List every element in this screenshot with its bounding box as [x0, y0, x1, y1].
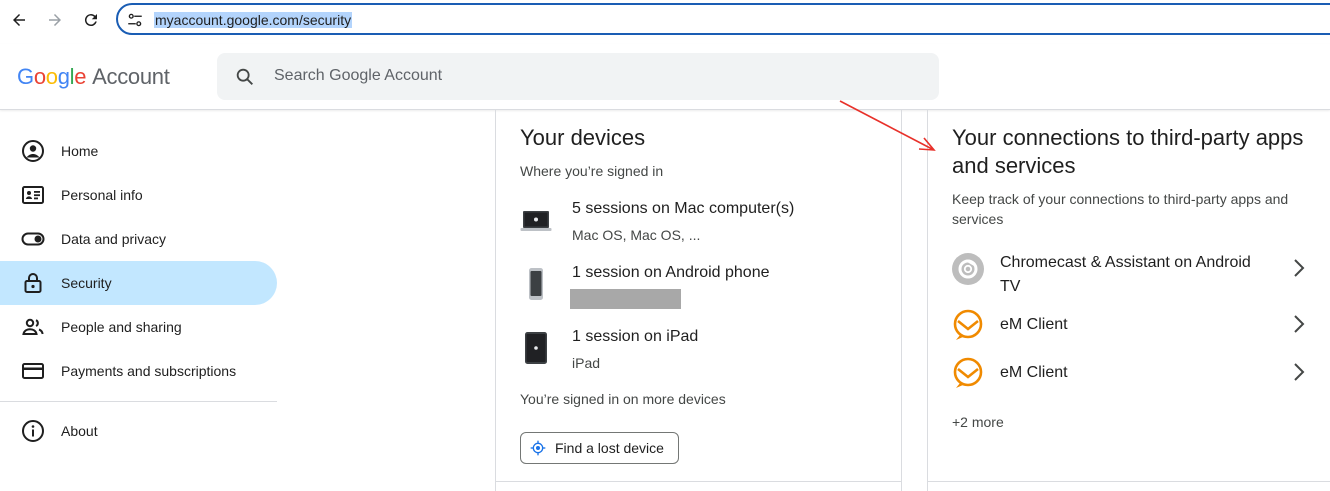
back-button[interactable] [7, 8, 31, 32]
forward-button[interactable] [43, 8, 67, 32]
search-icon[interactable] [234, 66, 256, 88]
sidebar-item-label: Payments and subscriptions [61, 363, 237, 379]
device-detail: iPad [572, 355, 601, 371]
connection-row-em-client[interactable]: eM Client [952, 309, 1308, 341]
logo-letter: e [74, 64, 87, 89]
logo-letter: o [33, 64, 46, 89]
devices-card: Your devices Where you’re signed in 5 se… [495, 110, 902, 491]
connections-card: Your connections to third-party apps and… [927, 110, 1330, 491]
find-lost-device-label: Find a lost device [555, 440, 664, 456]
device-detail: Mac OS, Mac OS, ... [572, 227, 701, 243]
more-devices-text: You’re signed in on more devices [520, 391, 726, 407]
laptop-icon [520, 211, 552, 231]
search-input[interactable]: Search Google Account [274, 67, 442, 85]
lock-icon [24, 273, 42, 293]
chevron-right-icon [1294, 363, 1305, 381]
logo-letter: o [45, 64, 58, 89]
locate-icon [530, 440, 546, 456]
chevron-right-icon [1294, 259, 1305, 277]
devices-title: Your devices [520, 125, 646, 150]
account-header: Google Account Search Google Account [0, 44, 1330, 110]
arrow-right-icon [49, 14, 61, 26]
toggle-icon [21, 232, 45, 246]
connection-label: eM Client [1000, 316, 1068, 333]
redacted-detail [570, 289, 681, 309]
google-account-logo[interactable]: Google Account [17, 64, 170, 90]
address-bar[interactable]: myaccount.google.com/security [116, 3, 1330, 35]
arrow-left-icon [13, 14, 25, 26]
people-icon [22, 318, 44, 335]
em-client-icon [953, 357, 983, 388]
sidebar-item-home[interactable]: Home [0, 129, 277, 173]
android-phone-icon [529, 268, 543, 300]
device-title: 5 sessions on Mac computer(s) [572, 200, 795, 217]
em-client-icon [953, 309, 983, 340]
device-title: 1 session on iPad [572, 328, 699, 345]
sidebar-item-label: Personal info [61, 187, 143, 203]
card-divider [928, 481, 1330, 482]
connection-label: eM Client [1000, 364, 1068, 381]
find-lost-device-button[interactable]: Find a lost device [520, 432, 679, 464]
device-row-mac[interactable]: 5 sessions on Mac computer(s) Mac OS, Ma… [520, 199, 880, 249]
sidebar-divider [0, 401, 277, 402]
connection-label: Chromecast & Assistant on Android TV [1000, 254, 1251, 295]
chromecast-icon [952, 253, 984, 285]
reload-button[interactable] [79, 8, 103, 32]
sidebar-item-label: Home [61, 143, 99, 159]
device-row-android-phone[interactable]: 1 session on Android phone [520, 263, 880, 313]
site-settings-icon[interactable] [126, 11, 144, 29]
ipad-icon [525, 332, 547, 364]
sidebar-nav: Home Personal info Data and privacy Secu… [0, 110, 277, 491]
id-card-icon [22, 186, 44, 204]
connection-row-chromecast[interactable]: Chromecast & Assistant on Android TV [952, 253, 1308, 301]
sidebar-item-label: About [61, 423, 98, 439]
sidebar-item-label: Data and privacy [61, 231, 167, 247]
sidebar-item-about[interactable]: About [0, 409, 277, 453]
device-title: 1 session on Android phone [572, 264, 770, 281]
more-connections-link[interactable]: +2 more [952, 414, 1004, 430]
sidebar-item-personal-info[interactable]: Personal info [0, 173, 277, 217]
sidebar-item-payments-and-subscriptions[interactable]: Payments and subscriptions [0, 349, 277, 393]
connection-row-em-client[interactable]: eM Client [952, 357, 1308, 389]
info-icon [22, 420, 44, 442]
devices-subtitle: Where you’re signed in [520, 163, 664, 179]
card-divider [496, 481, 901, 482]
sidebar-item-people-and-sharing[interactable]: People and sharing [0, 305, 277, 349]
sidebar-item-security[interactable]: Security [0, 261, 277, 305]
connections-title: Your connections to third-party apps and… [952, 125, 1304, 178]
logo-product-name: Account [92, 64, 170, 89]
sidebar-item-data-and-privacy[interactable]: Data and privacy [0, 217, 277, 261]
logo-letter: g [57, 64, 70, 89]
logo-letter: G [17, 64, 34, 89]
sidebar-item-label: People and sharing [61, 319, 182, 335]
browser-toolbar: myaccount.google.com/security [0, 0, 1330, 44]
connections-subtitle: Keep track of your connections to third-… [952, 191, 1289, 227]
reload-icon [84, 14, 97, 27]
url-text[interactable]: myaccount.google.com/security [154, 12, 353, 28]
search-box[interactable]: Search Google Account [217, 53, 939, 100]
chevron-right-icon [1294, 315, 1305, 333]
sidebar-item-label: Security [61, 275, 112, 291]
device-row-ipad[interactable]: 1 session on iPad iPad [520, 327, 880, 377]
credit-card-icon [22, 363, 44, 379]
account-circle-icon [22, 140, 44, 162]
